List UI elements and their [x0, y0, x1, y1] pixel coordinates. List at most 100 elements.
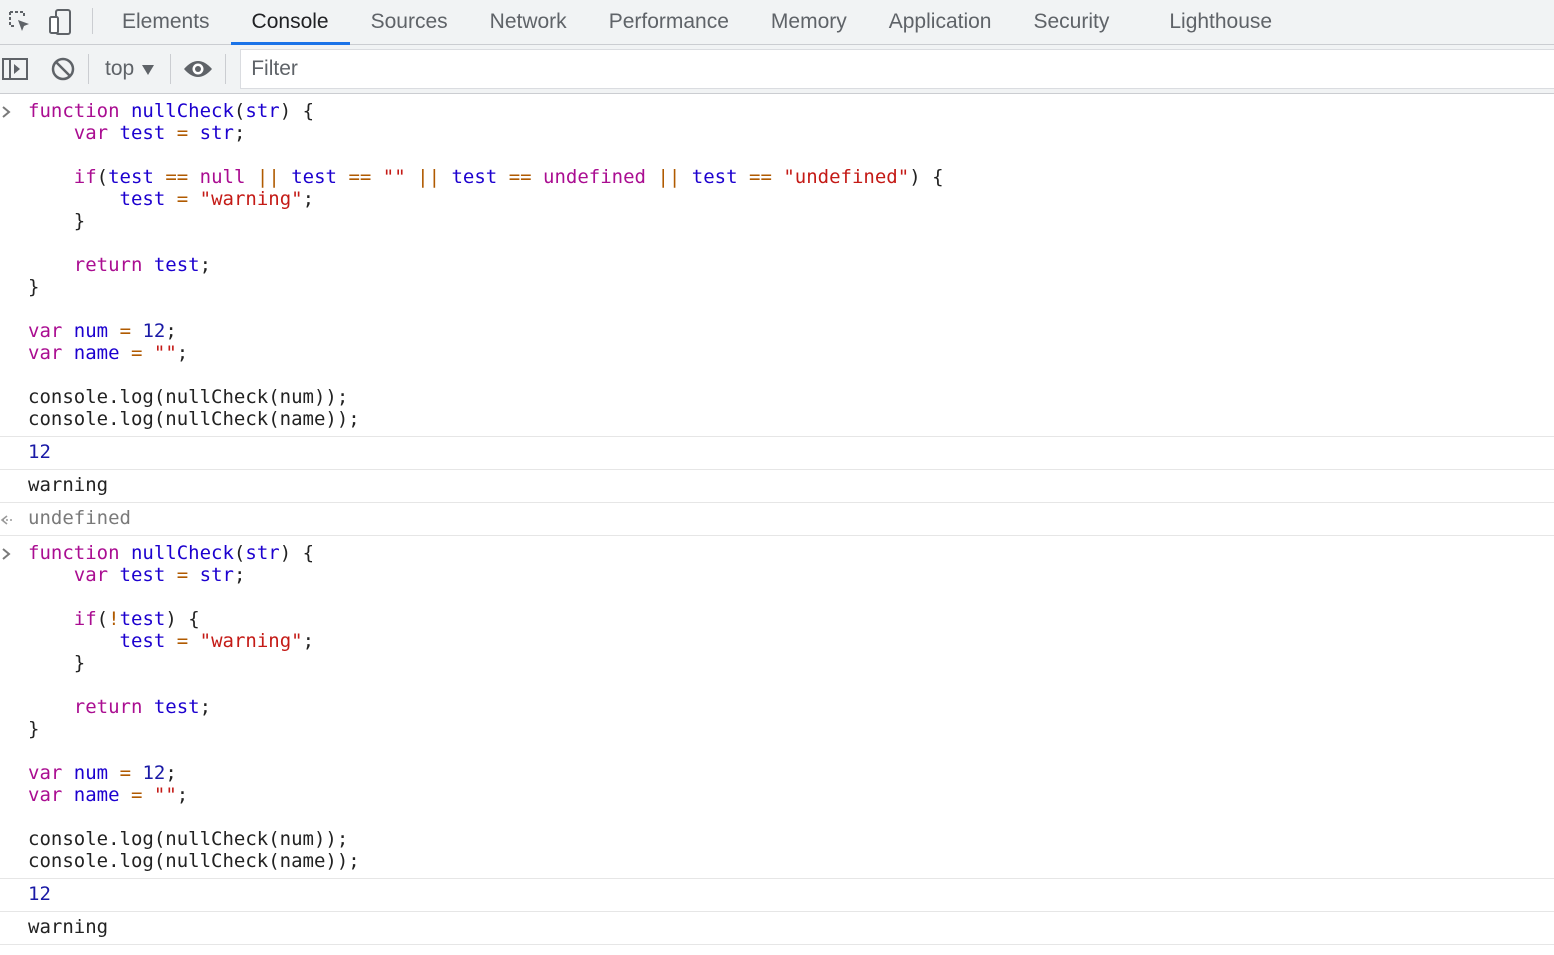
live-expression-eye-icon[interactable] [181, 45, 215, 93]
code-token: if [73, 608, 97, 630]
code-token: = [119, 762, 132, 784]
code-token: test [291, 166, 337, 188]
filter-input[interactable] [249, 56, 1554, 82]
tab-sources[interactable]: Sources [350, 0, 469, 44]
code-token: var [28, 320, 63, 342]
code-token: str [199, 564, 234, 586]
console-log-output: 12 [0, 879, 1554, 912]
context-label: top [105, 57, 135, 80]
code-token: undefined [543, 166, 646, 188]
code-token: ( [233, 542, 246, 564]
code-token: ; [302, 630, 315, 652]
tab-performance[interactable]: Performance [588, 0, 750, 44]
code-token: || [256, 166, 280, 188]
console-log-output: warning [0, 470, 1554, 503]
clear-console-icon[interactable] [48, 45, 78, 93]
tab-lighthouse[interactable]: Lighthouse [1148, 0, 1293, 44]
code-token: var [28, 784, 63, 806]
code-token: test [108, 166, 154, 188]
code-token: ! [108, 608, 120, 630]
code-token: var [73, 564, 109, 586]
inspect-element-icon[interactable] [0, 0, 40, 44]
code-token: str [199, 122, 234, 144]
tab-security[interactable]: Security [1012, 0, 1130, 44]
code-token: ; [199, 254, 212, 276]
tab-application[interactable]: Application [868, 0, 1013, 44]
code-token: ; [165, 320, 177, 342]
context-selector[interactable]: top [99, 57, 160, 81]
output-text: 12 [28, 883, 51, 905]
code-token: test [119, 564, 166, 586]
code-token: if [73, 166, 97, 188]
code-token: test [119, 122, 166, 144]
code-token: ) { [165, 608, 200, 630]
code-token: "warning" [199, 630, 303, 652]
toolbar-separator [88, 54, 89, 84]
code-token: str [245, 542, 280, 564]
console-input-entry[interactable]: function nullCheck(str) { var test = str… [0, 94, 1554, 437]
tab-console[interactable]: Console [230, 0, 350, 45]
code-token: ; [234, 122, 246, 144]
code-token: name [73, 342, 120, 364]
code-token: var [28, 342, 63, 364]
code-token: = [131, 784, 143, 806]
code-token: null [199, 166, 246, 188]
code-token: = [176, 122, 189, 144]
console-return-value: undefined [0, 503, 1554, 536]
code-token: ; [176, 784, 189, 806]
code-token: == [165, 166, 189, 188]
tab-network[interactable]: Network [469, 0, 588, 44]
console-messages[interactable]: function nullCheck(str) { var test = str… [0, 94, 1554, 945]
code-token: console.log(nullCheck(name)); [28, 850, 360, 872]
code-token: "warning" [199, 188, 303, 210]
tab-elements[interactable]: Elements [101, 0, 231, 44]
prompt-chevron-icon [0, 103, 14, 119]
toolbar-separator [225, 54, 227, 84]
prompt-chevron-icon [0, 545, 14, 561]
code-token: test [119, 608, 166, 630]
code-token: function [28, 100, 120, 122]
code-token: == [508, 166, 532, 188]
tab-list: Elements Console Sources Network Performance… [101, 0, 1293, 45]
code-token: "" [153, 342, 177, 364]
code-token: "" [382, 166, 406, 188]
dropdown-arrow-icon [142, 57, 155, 81]
code-block: function nullCheck(str) { var test = str… [28, 100, 1554, 430]
code-token: test [153, 696, 200, 718]
device-toolbar-icon[interactable] [40, 0, 80, 44]
code-token: function [28, 542, 120, 564]
code-token: = [119, 320, 132, 342]
sidebar-toggle-icon[interactable] [0, 45, 30, 93]
code-token: console.log(nullCheck(num)); [28, 386, 349, 408]
tab-memory[interactable]: Memory [750, 0, 868, 44]
console-input-entry[interactable]: function nullCheck(str) { var test = str… [0, 536, 1554, 879]
toolbar-separator [170, 54, 172, 84]
code-block: function nullCheck(str) { var test = str… [28, 542, 1554, 872]
